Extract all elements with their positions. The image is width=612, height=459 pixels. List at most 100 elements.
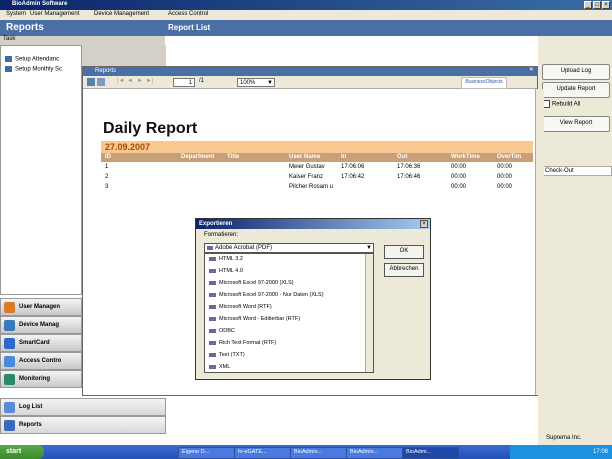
col-id: ID	[105, 154, 111, 160]
nav-smartcard[interactable]: SmartCard	[0, 334, 82, 352]
taskbar-item[interactable]: BioAdmin...	[290, 447, 347, 459]
nav-access-control[interactable]: Access Contro	[0, 352, 82, 370]
table-row: 1 Meier Gustav 17:06:06 17:06:36 00:00 0…	[101, 164, 533, 173]
list-item[interactable]: Rich Text Format (RTF)	[209, 340, 276, 346]
maximize-button[interactable]: □	[593, 1, 601, 9]
format-icon	[209, 280, 216, 285]
next-page-icon[interactable]: ►	[137, 78, 143, 84]
menu-user-management[interactable]: User Management	[30, 11, 79, 17]
format-icon	[209, 364, 216, 369]
card-icon	[4, 338, 15, 349]
monitor-icon	[4, 374, 15, 385]
row-worktime: 00:00	[451, 184, 467, 190]
minimize-button[interactable]: _	[584, 1, 592, 9]
col-user-name: User Name	[289, 154, 321, 160]
row-out: 17:06:36	[397, 164, 421, 170]
report-window-title: Reports	[95, 68, 117, 74]
nav-device-management[interactable]: Device Manag	[0, 316, 82, 334]
report-icon	[4, 420, 15, 431]
report-column-headers: ID Department Title User Name In Out Wor…	[101, 153, 533, 162]
clock: 17:08	[592, 449, 608, 455]
cancel-button[interactable]: Abbrechen	[384, 263, 424, 277]
section-title: Reports	[6, 22, 44, 33]
log-icon	[4, 402, 15, 413]
report-title: Daily Report	[103, 120, 198, 137]
window-title: BioAdmin Software	[12, 1, 68, 7]
list-scrollbar[interactable]	[365, 254, 373, 372]
page-number-input[interactable]: 1	[173, 78, 195, 87]
vendor-status: Suprema Inc.	[538, 431, 612, 445]
page-total: /1	[199, 78, 205, 84]
chevron-down-icon: ▼	[267, 80, 273, 86]
col-overtime: OverTim	[497, 154, 522, 160]
taskbar-item[interactable]: Eigene D...	[178, 447, 235, 459]
task-icon	[5, 66, 12, 72]
subsection-title: Report List	[168, 23, 211, 32]
list-item[interactable]: Microsoft Word - Editierbar (RTF)	[209, 316, 300, 322]
report-toolbar: |◄ ◄ ► ►| 1 /1 100% ▼ BusinessObjects	[83, 76, 537, 89]
first-page-icon[interactable]: |◄	[117, 78, 125, 84]
list-item[interactable]: Microsoft Word (RTF)	[209, 304, 272, 310]
report-scrollbar[interactable]	[535, 89, 544, 395]
ok-button[interactable]: OK	[384, 245, 424, 259]
format-icon	[209, 340, 216, 345]
row-worktime: 00:00	[451, 174, 467, 180]
row-overtime: 00:00	[497, 174, 513, 180]
row-overtime: 00:00	[497, 184, 513, 190]
export-dialog: Exportieren × Formatieren: Adobe Acrobat…	[195, 218, 431, 380]
right-action-pane: Upload Log Update Report Rebuild All Vie…	[538, 36, 612, 431]
format-select[interactable]: Adobe Acrobat (PDF) ▼	[204, 243, 374, 253]
taskbar-item-active[interactable]: BioAdmi...	[402, 447, 459, 459]
taskbar: start Eigene D... fo-eGATE... BioAdmin..…	[0, 445, 612, 459]
row-overtime: 00:00	[497, 164, 513, 170]
start-button[interactable]: start	[0, 445, 44, 459]
list-item[interactable]: HTML 4.0	[209, 268, 243, 274]
view-report-button[interactable]: View Report	[542, 116, 610, 132]
nav-reports[interactable]: Reports	[0, 416, 166, 434]
format-icon	[209, 292, 216, 297]
list-item[interactable]: Microsoft Excel 97-2000 - Nur Daten (XLS…	[209, 292, 324, 298]
list-item[interactable]: Text (TXT)	[209, 352, 245, 358]
table-row: 2 Kaiser Franz 17:06:42 17:06:46 00:00 0…	[101, 174, 533, 183]
nav-log-list[interactable]: Log List	[0, 398, 166, 416]
print-icon[interactable]	[97, 78, 105, 86]
dialog-title: Exportieren	[199, 221, 233, 227]
report-titlebar: Reports ×	[83, 67, 537, 76]
close-button[interactable]: ×	[602, 1, 610, 9]
zoom-select[interactable]: 100% ▼	[237, 78, 275, 87]
row-in: 17:06:42	[341, 174, 365, 180]
taskbar-item[interactable]: BioAdmin...	[346, 447, 403, 459]
menu-bar: System User Management Device Management…	[0, 10, 612, 20]
row-in: 17:06:06	[341, 164, 365, 170]
export-icon[interactable]	[87, 78, 95, 86]
users-icon	[4, 302, 15, 313]
dialog-close-icon[interactable]: ×	[420, 220, 428, 228]
access-icon	[4, 356, 15, 367]
upload-log-button[interactable]: Upload Log	[542, 64, 610, 80]
list-item[interactable]: HTML 3.2	[209, 256, 243, 262]
taskbar-item[interactable]: fo-eGATE...	[234, 447, 291, 459]
list-item[interactable]: Microsoft Excel 97-2000 (XLS)	[209, 280, 294, 286]
menu-device-management[interactable]: Device Management	[94, 11, 149, 17]
menu-access-control[interactable]: Access Control	[168, 11, 208, 17]
list-item[interactable]: XML	[209, 364, 230, 370]
prev-page-icon[interactable]: ◄	[127, 78, 133, 84]
rebuild-all-checkbox[interactable]: Rebuild All	[542, 100, 580, 108]
report-close-icon[interactable]: ×	[529, 67, 533, 73]
col-out: Out	[397, 154, 408, 160]
row-out: 17:06:46	[397, 174, 421, 180]
task-setup-monthly[interactable]: Setup Monthly Sc	[5, 66, 62, 73]
header-bar: Reports Report List	[0, 20, 612, 36]
last-page-icon[interactable]: ►|	[146, 78, 154, 84]
nav-user-management[interactable]: User Managen	[0, 298, 82, 316]
row-worktime: 00:00	[451, 164, 467, 170]
nav-monitoring[interactable]: Monitoring	[0, 370, 82, 388]
table-row: 3 Pilcher Rosam u 00:00 00:00	[101, 184, 533, 193]
col-worktime: WorkTime	[451, 154, 480, 160]
format-options-list: HTML 3.2 HTML 4.0 Microsoft Excel 97-200…	[204, 253, 374, 373]
list-item[interactable]: ODBC	[209, 328, 235, 334]
row-id: 2	[105, 174, 109, 180]
task-setup-attendance[interactable]: Setup Attendanc	[5, 56, 59, 63]
update-report-button[interactable]: Update Report	[542, 82, 610, 98]
menu-system[interactable]: System	[6, 11, 26, 17]
